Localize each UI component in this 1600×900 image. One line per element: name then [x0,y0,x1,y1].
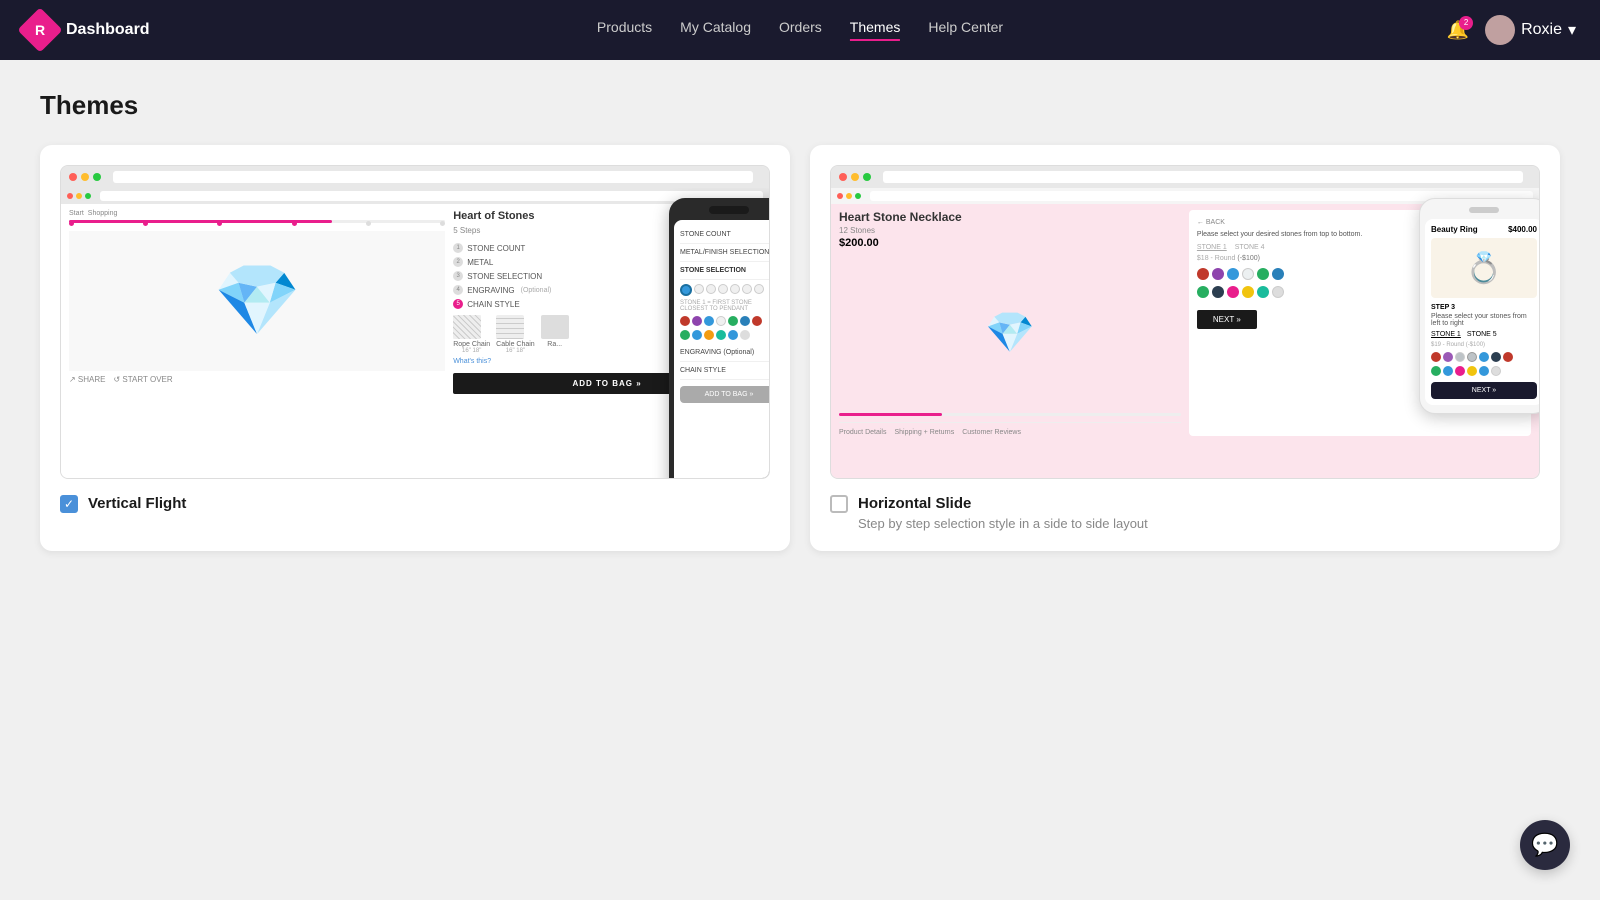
phone-right-product: Beauty Ring [1431,225,1478,234]
check-icon: ✓ [64,498,74,510]
theme-label-left: ✓ Vertical Flight [60,495,770,513]
phone-notch-left [709,206,749,214]
tab-shipping[interactable]: Shipping + Returns [894,429,954,436]
phone-color-dots-row2 [680,316,769,326]
right-product-title: Heart Stone Necklace [839,210,1181,224]
nav-catalog[interactable]: My Catalog [680,19,751,41]
browser-close-left [69,173,77,181]
next-button-right[interactable]: NEXT » [1197,310,1257,329]
browser-titlebar-left [61,166,769,188]
browser-max-left [93,173,101,181]
phone-step-engraving: ENGRAVING (Optional)+ [680,344,769,362]
browser-close-right [839,173,847,181]
browser-mock-right: Heart Stone Necklace 12 Stones $200.00 💎 [830,165,1540,479]
step-num-3: 3 [453,271,463,281]
logo-text: Dashboard [66,21,150,39]
browser-min-left [81,173,89,181]
theme-name-right-wrapper: Horizontal Slide Step by step selection … [858,495,1148,531]
main-nav: Products My Catalog Orders Themes Help C… [597,19,1003,41]
stone-label-2: STONE 4 [1235,244,1265,251]
phone-right-instruction: Please select your stones from left to r… [1431,313,1537,327]
step-num-2: 2 [453,257,463,267]
phone-right-dots-row2 [1431,366,1537,376]
theme-card-vertical: Start Shopping [40,145,790,551]
notification-button[interactable]: 🔔 2 [1447,20,1469,41]
browser-address-left [113,171,753,183]
phone-screen-left: STONE COUNT+ METAL/FINISH SELECTION+ STO… [674,220,769,478]
right-product-area: Heart Stone Necklace 12 Stones $200.00 💎 [839,210,1181,436]
product-image-area: Start Shopping [69,210,445,394]
phone-mockup-left: STONE COUNT+ METAL/FINISH SELECTION+ STO… [669,198,769,478]
phone-add-bag-left[interactable]: ADD TO BAG » [680,386,769,403]
theme-name-left: Vertical Flight [88,495,186,512]
avatar [1485,15,1515,45]
share-icon[interactable]: ↗ SHARE [69,375,106,384]
phone-step-chain: CHAIN STYLE+ [680,362,769,380]
right-product-image: 💎 [839,257,1181,407]
browser-min-right [851,173,859,181]
nav-themes[interactable]: Themes [850,19,901,41]
right-product-subtitle: 12 Stones [839,226,1181,235]
theme-title-right: Horizontal Slide [858,495,1148,512]
chain-option-cable[interactable]: Cable Chain 16" 18" [496,315,535,354]
left-preview: Start Shopping [69,210,761,394]
theme-title-left: Vertical Flight [88,495,186,512]
nav-products[interactable]: Products [597,19,652,41]
start-over-icon[interactable]: ↺ START OVER [114,375,173,384]
phone-stone-1: STONE 1 [1431,331,1461,338]
themes-container: Start Shopping [40,145,1560,551]
notification-count: 2 [1459,16,1473,30]
phone-mockup-right: Beauty Ring $400.00 💍 STEP 3 Please sele… [1419,198,1539,414]
browser-address-right [883,171,1523,183]
stone-label-1: STONE 1 [1197,244,1227,251]
tab-reviews[interactable]: Customer Reviews [962,429,1021,436]
header: R Dashboard Products My Catalog Orders T… [0,0,1600,60]
step-num-1: 1 [453,243,463,253]
chain-option-rope[interactable]: Rope Chain 16" 18" [453,315,490,354]
phone-right-step: STEP 3 [1431,304,1537,311]
theme-desc-right: Step by step selection style in a side t… [858,516,1148,531]
phone-color-dots-row3 [680,330,769,340]
phone-right-price: $400.00 [1508,225,1537,234]
browser-max-right [863,173,871,181]
nav-orders[interactable]: Orders [779,19,822,41]
nav-help[interactable]: Help Center [928,19,1003,41]
theme-checkbox-left[interactable]: ✓ [60,495,78,513]
step-num-4: 4 [453,285,463,295]
header-right: 🔔 2 Roxie ▾ [1447,15,1576,45]
phone-next-btn-right[interactable]: NEXT » [1431,382,1537,399]
chevron-down-icon: ▾ [1568,20,1576,40]
product-actions: ↗ SHARE ↺ START OVER [69,375,445,384]
phone-right-dots-row1 [1431,352,1537,362]
right-phone-screen: Beauty Ring $400.00 💍 STEP 3 Please sele… [1425,219,1539,405]
progress-bar: Start Shopping [69,210,445,223]
user-name: Roxie [1521,21,1562,39]
logo-letter: R [35,22,45,38]
theme-card-horizontal: Heart Stone Necklace 12 Stones $200.00 💎 [810,145,1560,551]
right-product-tabs: Product Details Shipping + Returns Custo… [839,422,1181,436]
step-num-5: 5 [453,299,463,309]
browser-titlebar-right [831,166,1539,188]
logo-diamond: R [17,7,62,52]
chain-option-other[interactable]: Ra... [541,315,569,354]
phone-stone-2: STONE 5 [1467,331,1497,338]
chat-icon: 💬 [1531,832,1558,858]
page-title: Themes [40,90,1560,121]
right-product-price: $200.00 [839,237,1181,249]
chat-button[interactable]: 💬 [1520,820,1570,870]
phone-step-stone-selection: STONE SELECTION− [680,262,769,280]
phone-color-dots-row1 [680,284,769,296]
phone-step-stone-count: STONE COUNT+ [680,226,769,244]
page-content: Themes [0,60,1600,581]
logo[interactable]: R Dashboard [24,14,150,46]
browser-mock-left: Start Shopping [60,165,770,479]
product-image-placeholder: 💎 [69,231,445,371]
theme-label-right: Horizontal Slide Step by step selection … [830,495,1540,531]
user-menu[interactable]: Roxie ▾ [1485,15,1576,45]
phone-step-metal: METAL/FINISH SELECTION+ [680,244,769,262]
tab-product-details[interactable]: Product Details [839,429,886,436]
theme-checkbox-right[interactable] [830,495,848,513]
